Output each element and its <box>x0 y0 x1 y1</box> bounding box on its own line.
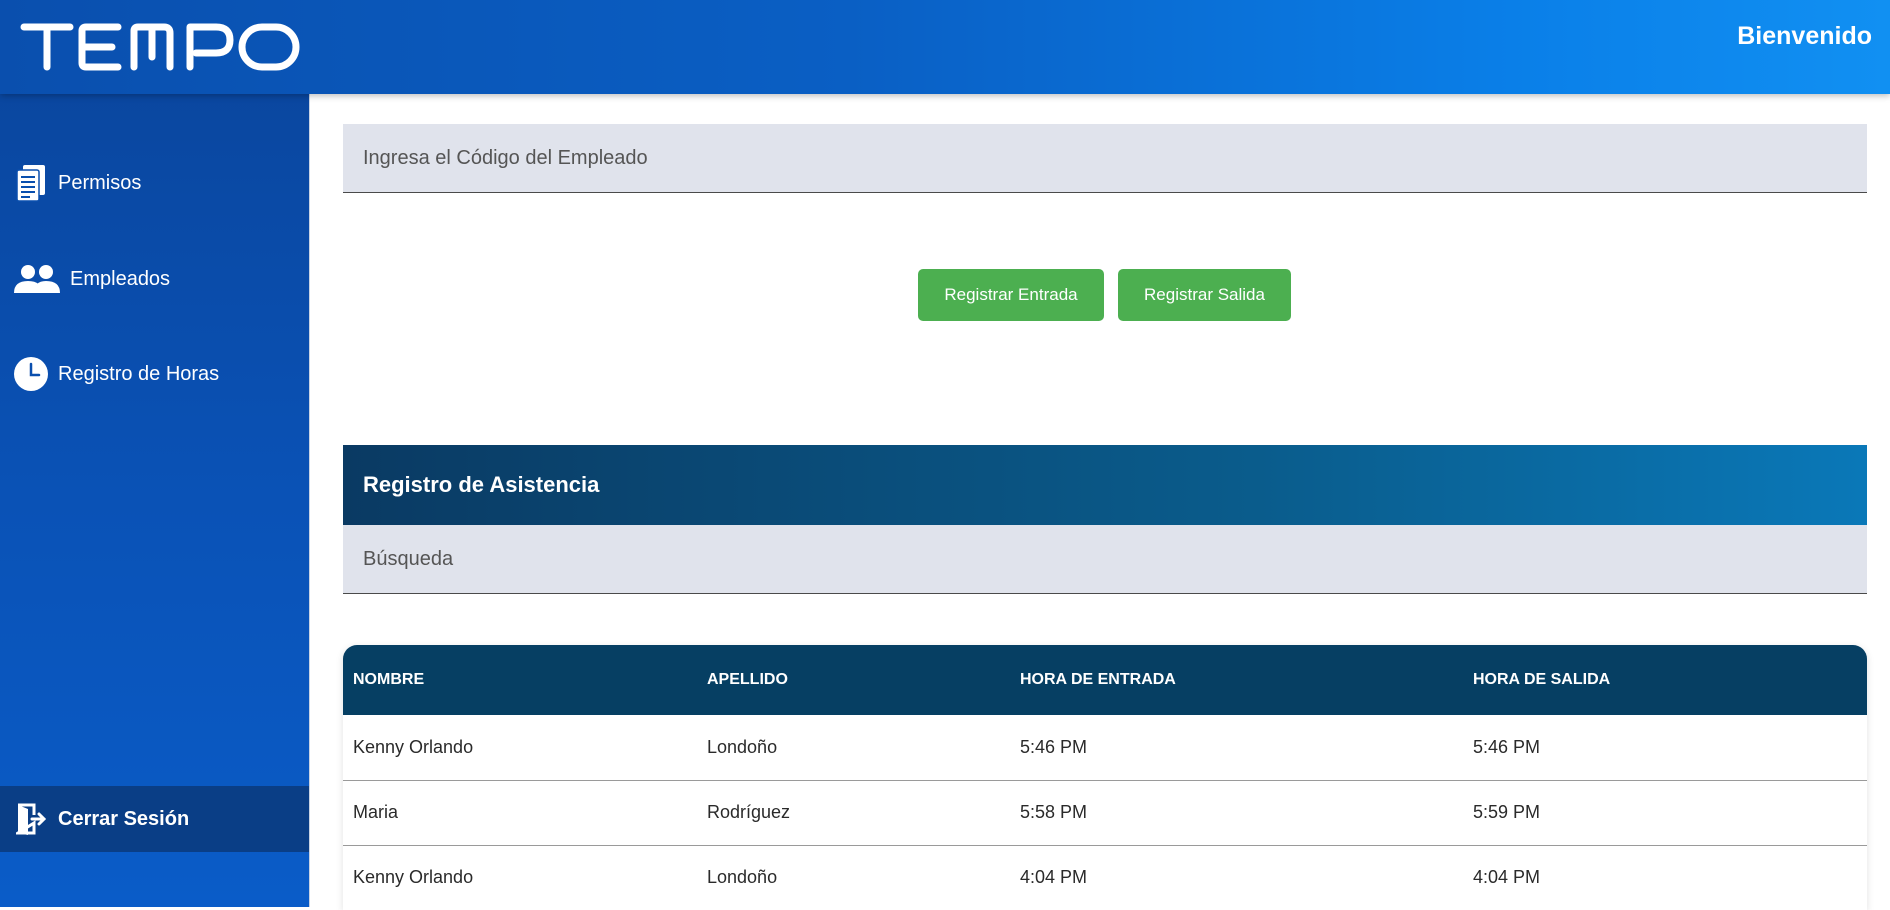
cell-apellido: Londoño <box>707 736 778 757</box>
cell-hora-entrada: 4:04 PM <box>1020 867 1088 888</box>
action-buttons: Registrar Entrada Registrar Salida <box>918 269 1291 321</box>
cell-hora-salida: 5:46 PM <box>1473 736 1541 757</box>
sidebar-item-label: Registro de Horas <box>58 362 220 385</box>
table-header-row: NOMBRE APELLIDO HORA DE ENTRADA HORA DE … <box>343 645 1867 715</box>
employee-code-input[interactable] <box>343 124 1867 193</box>
cell-hora-salida: 5:59 PM <box>1473 802 1541 822</box>
table-row[interactable]: Maria Rodríguez 5:58 PM 5:59 PM <box>343 780 1867 845</box>
column-header-nombre[interactable]: NOMBRE <box>343 645 697 715</box>
cell-apellido: Londoño <box>707 867 778 888</box>
cell-nombre: Maria <box>353 802 399 822</box>
check-out-button[interactable]: Registrar Salida <box>1118 269 1291 321</box>
sidebar: Permisos Empleados Registro de Horas Cer… <box>0 94 310 907</box>
check-in-button[interactable]: Registrar Entrada <box>918 269 1104 321</box>
cell-apellido: Rodríguez <box>707 802 791 822</box>
document-icon <box>14 165 48 202</box>
cell-hora-salida: 4:04 PM <box>1473 867 1541 888</box>
logout-icon <box>14 802 48 836</box>
cell-nombre: Kenny Orlando <box>353 867 474 888</box>
logout-label: Cerrar Sesión <box>58 807 190 830</box>
sidebar-item-permisos[interactable]: Permisos <box>0 155 309 211</box>
table-row[interactable]: Kenny Orlando Londoño 5:46 PM 5:46 PM <box>343 715 1867 780</box>
welcome-text: Bienvenido <box>1737 22 1872 50</box>
column-header-hora-salida[interactable]: HORA DE SALIDA <box>1463 645 1867 715</box>
sidebar-item-registro-horas[interactable]: Registro de Horas <box>0 346 309 402</box>
tempo-logo <box>20 23 300 71</box>
users-icon <box>14 262 60 296</box>
cell-hora-entrada: 5:58 PM <box>1020 802 1088 822</box>
cell-nombre: Kenny Orlando <box>353 736 474 757</box>
column-header-apellido[interactable]: APELLIDO <box>697 645 1010 715</box>
attendance-section-title: Registro de Asistencia <box>343 445 1867 525</box>
app-header: Bienvenido <box>0 0 1890 94</box>
column-header-hora-entrada[interactable]: HORA DE ENTRADA <box>1010 645 1463 715</box>
cell-hora-entrada: 5:46 PM <box>1020 736 1088 757</box>
sidebar-item-label: Empleados <box>70 267 171 290</box>
sidebar-item-empleados[interactable]: Empleados <box>0 251 309 307</box>
table-row[interactable]: Kenny Orlando Londoño 4:04 PM 4:04 PM <box>343 845 1867 910</box>
search-container <box>343 525 1867 594</box>
search-input[interactable] <box>343 525 1867 594</box>
clock-icon <box>14 357 48 391</box>
logout-button[interactable]: Cerrar Sesión <box>0 786 309 852</box>
sidebar-item-label: Permisos <box>58 171 142 194</box>
main-content: Registrar Entrada Registrar Salida Regis… <box>343 124 1867 910</box>
attendance-table: NOMBRE APELLIDO HORA DE ENTRADA HORA DE … <box>343 645 1867 910</box>
